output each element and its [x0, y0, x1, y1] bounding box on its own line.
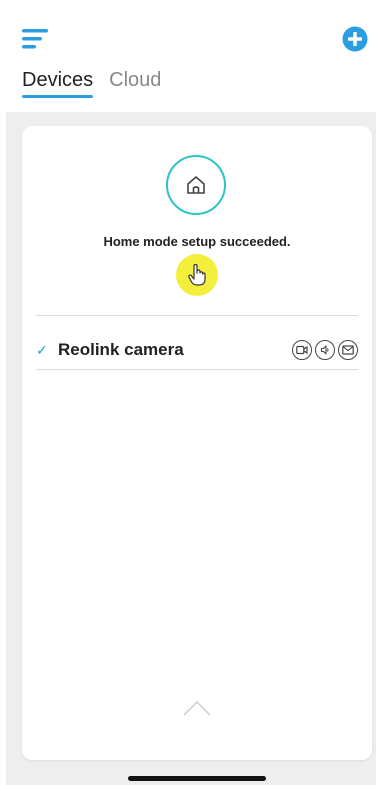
siren-icon[interactable] [315, 340, 335, 360]
setup-success-message: Home mode setup succeeded. [103, 234, 291, 249]
home-mode-button[interactable] [166, 155, 226, 215]
touch-pointer [176, 254, 218, 296]
tab-cloud[interactable]: Cloud [109, 68, 161, 98]
plus-circle-icon[interactable] [342, 26, 368, 52]
tab-devices[interactable]: Devices [22, 68, 94, 98]
tab-bar: Devices Cloud [22, 68, 161, 100]
video-record-icon[interactable] [292, 340, 312, 360]
divider-bottom [36, 369, 358, 370]
divider-top [36, 315, 358, 316]
device-name: Reolink camera [58, 340, 184, 359]
hand-pointer-icon [188, 263, 206, 286]
house-icon [187, 176, 205, 194]
device-status-icons [292, 340, 358, 360]
device-row[interactable]: ✓ Reolink camera [36, 332, 358, 368]
email-icon[interactable] [338, 340, 358, 360]
chevron-up-icon[interactable] [182, 699, 212, 717]
home-indicator[interactable] [128, 776, 266, 781]
checkmark-icon: ✓ [36, 341, 48, 358]
top-bar: Devices Cloud [0, 0, 382, 112]
hamburger-menu-icon[interactable] [22, 28, 48, 50]
device-card: Home mode setup succeeded. ✓ Reolink cam… [22, 126, 372, 760]
